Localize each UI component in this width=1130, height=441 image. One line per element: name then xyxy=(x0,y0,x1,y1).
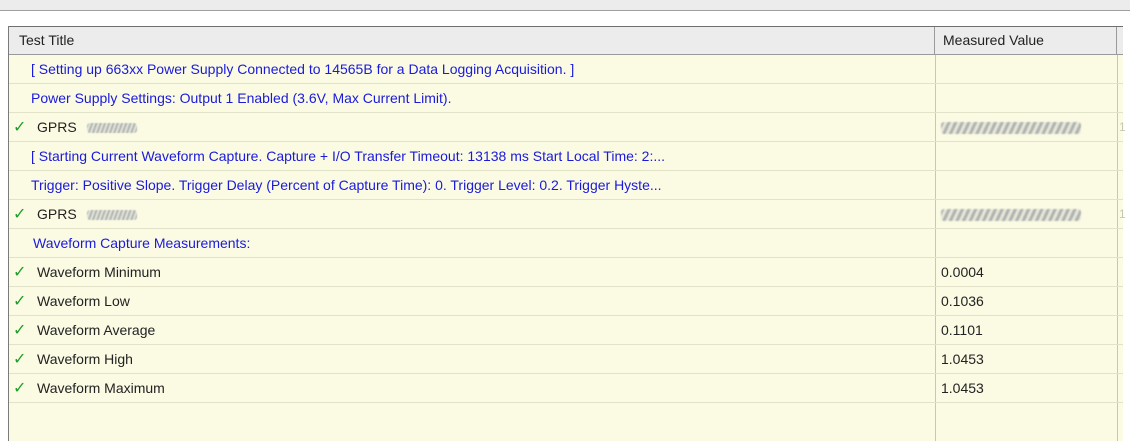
info-message: [ Setting up 663xx Power Supply Connecte… xyxy=(31,61,575,77)
measured-value: 1.0453 xyxy=(941,351,984,367)
table-row[interactable]: [ Starting Current Waveform Capture. Cap… xyxy=(9,142,1123,171)
checkmark-icon: ✓ xyxy=(13,264,27,281)
test-step-title: ✓ GPRS xyxy=(9,113,937,141)
table-row[interactable]: ✓ Waveform High 1.0453 xyxy=(9,345,1123,374)
column-header-extra[interactable] xyxy=(1117,27,1130,54)
test-step-title: ✓ Waveform High xyxy=(9,345,937,373)
redacted-value xyxy=(941,122,1081,135)
measured-value: 0.1036 xyxy=(941,293,984,309)
measured-value xyxy=(937,113,1113,141)
test-step-label: GPRS xyxy=(37,206,77,222)
test-step-label: GPRS xyxy=(37,119,77,135)
table-row[interactable]: Power Supply Settings: Output 1 Enabled … xyxy=(9,84,1123,113)
test-step-title: ✓ Waveform Maximum xyxy=(9,374,937,402)
column-header-test-title[interactable]: Test Title xyxy=(9,27,935,54)
test-step-title: ✓ GPRS xyxy=(9,200,937,228)
info-message: Waveform Capture Measurements: xyxy=(33,235,251,251)
extra-column-value: 1 xyxy=(1119,120,1126,134)
test-results-grid: Test Title Measured Value [ Setting up 6… xyxy=(8,26,1130,441)
measured-value: 0.1101 xyxy=(941,322,983,338)
table-row[interactable]: ✓ GPRS 1 xyxy=(9,200,1126,229)
column-header-measured-value[interactable]: Measured Value xyxy=(935,27,1117,54)
measured-value xyxy=(937,171,1113,199)
test-step-label: Waveform Minimum xyxy=(37,264,161,280)
checkmark-icon: ✓ xyxy=(13,380,27,397)
test-step-title: ✓ Waveform Average xyxy=(9,316,937,344)
checkmark-icon: ✓ xyxy=(13,119,27,136)
measured-value xyxy=(937,55,1113,83)
test-step-label: Waveform Maximum xyxy=(37,380,165,396)
measured-value xyxy=(937,229,1113,257)
checkmark-icon: ✓ xyxy=(13,293,27,310)
table-row[interactable]: ✓ Waveform Low 0.1036 xyxy=(9,287,1123,316)
redacted-text xyxy=(86,123,137,134)
test-step-title: ✓ Waveform Low xyxy=(9,287,937,315)
info-message: Power Supply Settings: Output 1 Enabled … xyxy=(31,90,452,106)
test-step-title: ✓ Waveform Minimum xyxy=(9,258,937,286)
table-row[interactable]: ✓ Waveform Minimum 0.0004 xyxy=(9,258,1123,287)
test-step-label: Waveform Average xyxy=(37,322,156,338)
grid-header: Test Title Measured Value xyxy=(9,26,1123,55)
test-step-label: Waveform Low xyxy=(37,293,130,309)
measured-value: 0.0004 xyxy=(941,264,984,280)
grid-body: [ Setting up 663xx Power Supply Connecte… xyxy=(9,55,1126,441)
measured-value xyxy=(937,142,1113,170)
info-message: [ Starting Current Waveform Capture. Cap… xyxy=(31,148,666,164)
measured-value xyxy=(937,200,1113,228)
checkmark-icon: ✓ xyxy=(13,351,27,368)
window-top-strip xyxy=(0,0,1130,11)
table-row[interactable]: Trigger: Positive Slope. Trigger Delay (… xyxy=(9,171,1123,200)
measured-value xyxy=(937,84,1113,112)
table-row[interactable]: ✓ Waveform Average 0.1101 xyxy=(9,316,1123,345)
redacted-value xyxy=(941,209,1081,222)
measured-value: 1.0453 xyxy=(941,380,984,396)
extra-column-value: 1 xyxy=(1119,207,1126,221)
table-row[interactable]: ✓ Waveform Maximum 1.0453 xyxy=(9,374,1123,403)
table-row[interactable]: ✓ GPRS 1 xyxy=(9,113,1126,142)
test-step-label: Waveform High xyxy=(37,351,133,367)
table-row[interactable]: Waveform Capture Measurements: xyxy=(9,229,1123,258)
checkmark-icon: ✓ xyxy=(13,206,27,223)
table-row[interactable]: [ Setting up 663xx Power Supply Connecte… xyxy=(9,55,1123,84)
redacted-text xyxy=(86,210,137,221)
info-message: Trigger: Positive Slope. Trigger Delay (… xyxy=(31,177,662,193)
checkmark-icon: ✓ xyxy=(13,322,27,339)
